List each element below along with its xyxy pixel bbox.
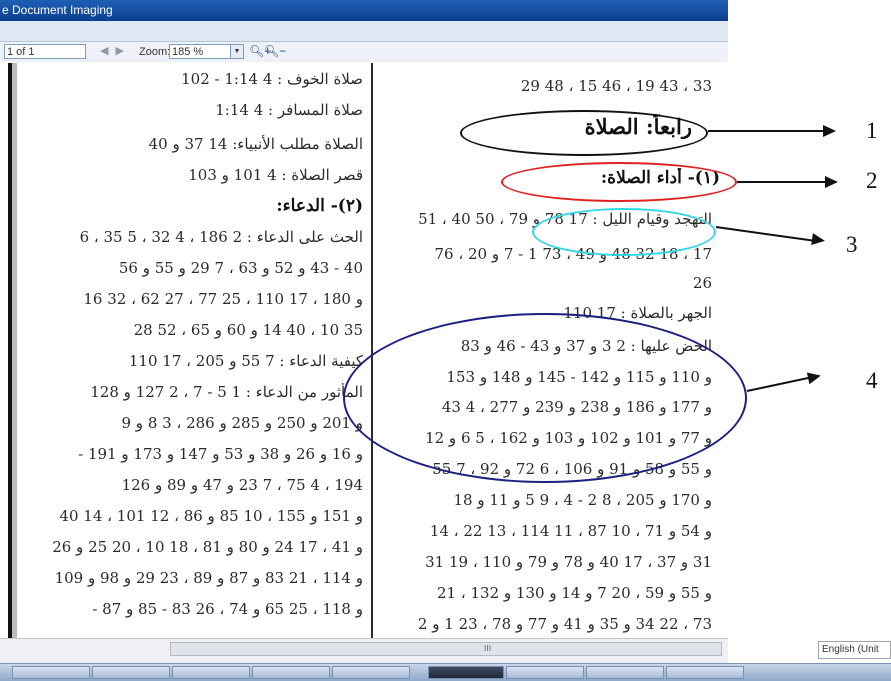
scrollbar-track[interactable]: III [170,642,722,656]
left-line: و 41 ، 17 24 و 80 و 81 ، 18 10 ، 20 25 و… [52,538,363,556]
right-line: 33 ، 43 19 ، 46 15 ، 48 29 [520,77,712,95]
left-line: (٢)- الدعاء: [276,196,363,216]
page-nav-arrows[interactable]: ◀ ▶ [100,44,126,57]
column-divider [371,63,373,639]
left-line: صلاة المسافر : 4 1:14 [215,101,363,119]
window-title: e Document Imaging [0,0,728,21]
taskbar-button[interactable] [252,666,330,679]
left-line: 194 ، 4 75 ، 7 23 و 47 و 89 و 126 [121,476,363,494]
horizontal-scrollbar[interactable]: III [0,638,728,664]
right-line: و 170 و 205 ، 8 2 - 4 ، 9 5 و 11 و 18 [453,491,712,509]
zoom-label: Zoom: [139,46,171,58]
annotation-ellipse-4 [343,313,747,483]
taskbar-button[interactable] [586,666,664,679]
toolbar: 1 of 1 ◀ ▶ Zoom: 185 % ▼ 🔍︎+ 🔍︎− [0,42,728,62]
arrow-head-icon [806,369,823,385]
annotation-number-3: 3 [846,232,858,257]
left-line: كيفية الدعاء : 7 55 و 205 ، 17 110 [128,352,363,370]
taskbar-button[interactable] [506,666,584,679]
annotation-arrow-3 [715,226,816,242]
zoom-select[interactable]: 185 % ▼ [169,44,244,59]
left-line: و 180 ، 17 110 ، 25 77 ، 27 62 ، 32 16 [83,290,363,308]
menu-bar [0,21,728,42]
left-line: و 118 ، 25 65 و 74 ، 26 83 - 85 و 87 - [92,600,363,618]
right-line: 73 ، 22 34 و 35 و 41 و 77 و 78 ، 23 1 و … [417,615,712,633]
chevron-down-icon[interactable]: ▼ [230,45,243,58]
page-gutter [12,63,17,639]
annotation-arrow-2 [737,181,825,183]
arrow-head-icon [823,125,836,137]
right-line: و 54 و 71 ، 10 87 ، 11 114 ، 13 22 ، 14 [429,522,712,540]
left-line: 40 - 43 و 52 و 63 ، 7 29 و 55 و 56 [118,259,363,277]
zoom-value: 185 % [172,46,204,58]
annotation-arrow-1 [708,130,823,132]
right-line: 26 [692,274,712,292]
annotation-number-4: 4 [866,368,878,393]
annotation-number-2: 2 [866,168,878,193]
taskbar-button[interactable] [92,666,170,679]
left-line: الحث على الدعاء : 2 186 ، 4 32 ، 5 35 ، … [79,228,363,246]
left-line: و 151 و 155 ، 10 85 و 86 ، 12 101 ، 14 4… [59,507,363,525]
taskbar-button[interactable] [12,666,90,679]
taskbar-button[interactable] [172,666,250,679]
left-line: و 201 و 250 و 285 و 286 ، 3 8 و 9 [121,414,363,432]
annotation-ellipse-1 [460,110,708,156]
left-line: قصر الصلاة : 4 101 و 103 [188,166,363,184]
page-number-field[interactable]: 1 of 1 [4,44,86,59]
annotation-number-1: 1 [866,118,878,143]
annotation-ellipse-3 [532,208,716,256]
left-line: صلاة الخوف : 4 1:14 - 102 [181,70,363,88]
right-line: 31 و 37 ، 17 40 و 78 و 79 و 110 ، 19 31 [425,553,712,571]
left-line: الصلاة مطلب الأنبياء: 14 37 و 40 [148,135,363,153]
scrollbar-grip[interactable]: III [484,644,491,653]
taskbar-button[interactable] [332,666,410,679]
zoom-out-icon[interactable]: 🔍︎− [264,44,286,58]
taskbar [0,663,891,681]
right-line: و 55 و 59 ، 20 7 و 14 و 130 و 132 ، 21 [437,584,712,602]
taskbar-button[interactable] [666,666,744,679]
left-line: 35 10 ، 40 14 و 60 و 65 ، 52 28 [133,321,363,339]
annotation-arrow-4 [746,375,814,392]
left-line: المأثور من الدعاء : 1 5 - 7 ، 2 127 و 12… [90,383,363,401]
arrow-head-icon [825,176,838,188]
left-line: و 16 و 26 و 38 و 53 و 147 و 173 و 191 - [78,445,363,463]
arrow-head-icon [811,233,826,247]
annotation-ellipse-2 [501,162,737,202]
left-line: و 114 ، 21 83 و 87 و 89 ، 23 29 و 98 و 1… [54,569,363,587]
taskbar-button-active[interactable] [428,666,504,679]
language-indicator[interactable]: English (Unit [818,641,891,659]
